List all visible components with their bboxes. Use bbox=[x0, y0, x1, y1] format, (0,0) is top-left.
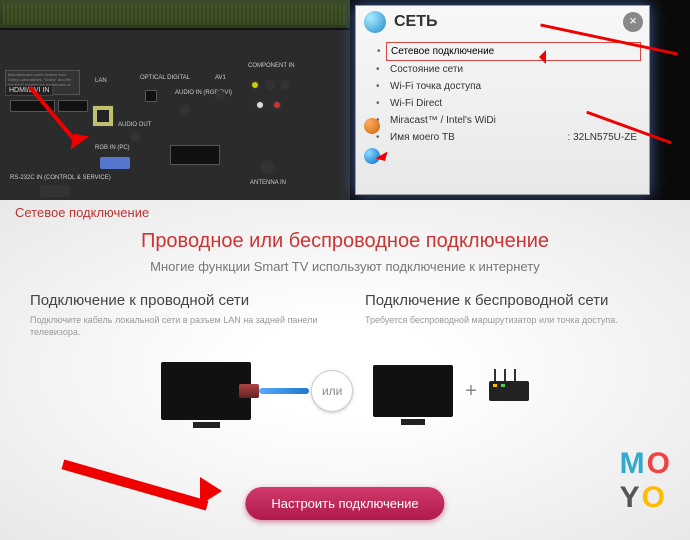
wireless-title: Подключение к беспроводной сети bbox=[365, 292, 660, 309]
ethernet-cable-icon bbox=[251, 376, 291, 406]
options-row: Подключение к проводной сети Подключите … bbox=[0, 292, 690, 338]
wired-desc: Подключите кабель локальной сети в разъе… bbox=[30, 315, 325, 338]
tv-icon bbox=[161, 362, 251, 420]
vga-port bbox=[100, 157, 130, 169]
wired-column: Подключение к проводной сети Подключите … bbox=[30, 292, 325, 338]
menu-item-wifi-ap[interactable]: Wi-Fi точка доступа bbox=[386, 78, 641, 95]
router-icon bbox=[489, 381, 529, 401]
tv-back-panel: Manufactured under license from Dolby La… bbox=[0, 0, 350, 200]
rca-pr bbox=[280, 80, 290, 90]
menu-title-bar: СЕТЬ bbox=[356, 6, 649, 38]
wireless-desc: Требуется беспроводной маршрутизатор или… bbox=[365, 315, 660, 327]
logo-o1: O bbox=[647, 447, 672, 480]
close-icon[interactable]: × bbox=[623, 12, 643, 32]
rca-y bbox=[250, 80, 260, 90]
optical-label: OPTICAL DIGITAL bbox=[140, 75, 190, 81]
top-composite: Manufactured under license from Dolby La… bbox=[0, 0, 690, 200]
tv-name-label: Имя моего ТВ bbox=[390, 132, 455, 143]
wireless-column: Подключение к беспроводной сети Требуетс… bbox=[365, 292, 660, 338]
menu-item-network-status[interactable]: Состояние сети bbox=[386, 61, 641, 78]
breadcrumb: Сетевое подключение bbox=[15, 205, 149, 220]
menu-item-network-connection[interactable]: Сетевое подключение bbox=[386, 42, 641, 61]
page-subheading: Многие функции Smart TV используют подкл… bbox=[0, 259, 690, 274]
globe-icon bbox=[364, 11, 386, 33]
scart-port bbox=[170, 145, 220, 165]
logo-m: M bbox=[620, 447, 647, 480]
side-icon-1[interactable] bbox=[364, 118, 380, 134]
tv-name-value: : 32LN575U-ZE bbox=[568, 132, 637, 143]
lan-port bbox=[92, 105, 114, 127]
tv-icon-2 bbox=[373, 365, 453, 417]
rs232-label: RS-232C IN (CONTROL & SERVICE) bbox=[10, 175, 111, 181]
rs232-port bbox=[40, 185, 70, 197]
optical-port bbox=[145, 90, 157, 102]
connection-setup-screen: Сетевое подключение Проводное или беспро… bbox=[0, 200, 690, 540]
audio-in-jack bbox=[180, 105, 190, 115]
logo-y: Y bbox=[620, 481, 642, 514]
illustration-row: или + bbox=[0, 362, 690, 420]
wired-illustration bbox=[161, 362, 291, 420]
menu-list: Сетевое подключение Состояние сети Wi-Fi… bbox=[356, 38, 649, 150]
wireless-illustration: + bbox=[373, 365, 529, 417]
rca-l bbox=[255, 100, 265, 110]
lan-label: LAN bbox=[95, 78, 107, 84]
logo-o2: O bbox=[642, 481, 667, 514]
wired-title: Подключение к проводной сети bbox=[30, 292, 325, 309]
av1-jack bbox=[215, 90, 225, 100]
audioout-label: AUDIO OUT bbox=[118, 122, 151, 128]
hdmi-port-2 bbox=[58, 100, 88, 112]
circuit-board bbox=[0, 0, 350, 30]
rca-r bbox=[272, 100, 282, 110]
moyo-logo: MO YO bbox=[620, 447, 672, 515]
menu-title-text: СЕТЬ bbox=[394, 13, 438, 31]
setup-connection-button[interactable]: Настроить подключение bbox=[245, 487, 444, 520]
rgbin-label: RGB IN (PC) bbox=[95, 145, 130, 151]
tv-menu-screenshot: СЕТЬ × Сетевое подключение Состояние сет… bbox=[350, 0, 690, 200]
antenna-port bbox=[260, 160, 274, 174]
menu-item-wifi-direct[interactable]: Wi-Fi Direct bbox=[386, 95, 641, 112]
or-divider: или bbox=[311, 370, 353, 412]
plus-icon: + bbox=[465, 380, 477, 403]
av1-label: AV1 bbox=[215, 75, 226, 81]
menu-item-miracast[interactable]: Miracast™ / Intel's WiDi bbox=[386, 112, 641, 129]
antenna-label: ANTENNA IN bbox=[250, 180, 286, 186]
component-label: COMPONENT IN bbox=[248, 63, 295, 69]
network-menu: СЕТЬ × Сетевое подключение Состояние сет… bbox=[355, 5, 650, 195]
audioout-jack bbox=[130, 132, 140, 142]
menu-item-tv-name[interactable]: Имя моего ТВ : 32LN575U-ZE bbox=[386, 129, 641, 146]
rca-pb bbox=[265, 80, 275, 90]
